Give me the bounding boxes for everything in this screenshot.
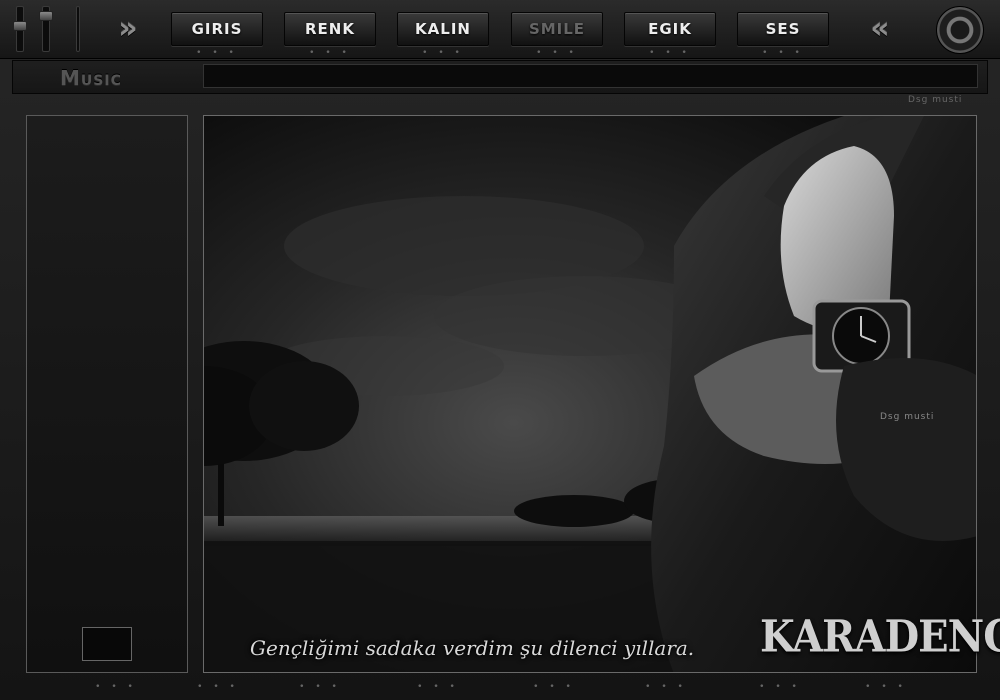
footer-dots: • • • [865,682,907,692]
site-logo: KARADENGI [760,610,1000,663]
footer-dots: • • • [95,682,137,692]
ses-button[interactable]: Ses [737,12,829,46]
smile-button[interactable]: Smile [511,12,603,46]
slider-track [76,6,80,52]
volume-slider[interactable] [13,6,27,52]
footer-dots: • • • [759,682,801,692]
footer-dots: • • • [417,682,459,692]
back-arrow-icon[interactable]: « [848,12,902,46]
button-dots: • • • [309,48,351,58]
designer-signature: Dsg musti [908,95,963,105]
forward-arrow-icon[interactable]: » [96,12,150,46]
left-panel-box[interactable] [82,627,132,661]
button-dots: • • • [196,48,238,58]
quote-text: Gençliğimi sadaka verdim şu dilenci yıll… [250,636,695,660]
renk-button[interactable]: Renk [284,12,376,46]
scenery-image [204,116,976,672]
power-knob-icon[interactable] [936,6,984,54]
main-image-panel [203,115,977,673]
volume-slider-knob[interactable] [13,21,27,31]
button-dots: • • • [649,48,691,58]
footer-dots: • • • [197,682,239,692]
egik-button[interactable]: Egik [624,12,716,46]
music-player-field[interactable] [203,64,978,88]
balance-slider-knob[interactable] [39,11,53,21]
image-signature: Dsg musti [880,412,935,422]
footer-dots: • • • [533,682,575,692]
music-label: Music [60,66,122,90]
footer-dots: • • • [645,682,687,692]
giris-button[interactable]: Giris [171,12,263,46]
balance-slider[interactable] [39,6,53,52]
button-dots: • • • [536,48,578,58]
footer-dots: • • • [299,682,341,692]
button-dots: • • • [762,48,804,58]
button-dots: • • • [422,48,464,58]
kalin-button[interactable]: Kalin [397,12,489,46]
left-side-panel [26,115,188,673]
